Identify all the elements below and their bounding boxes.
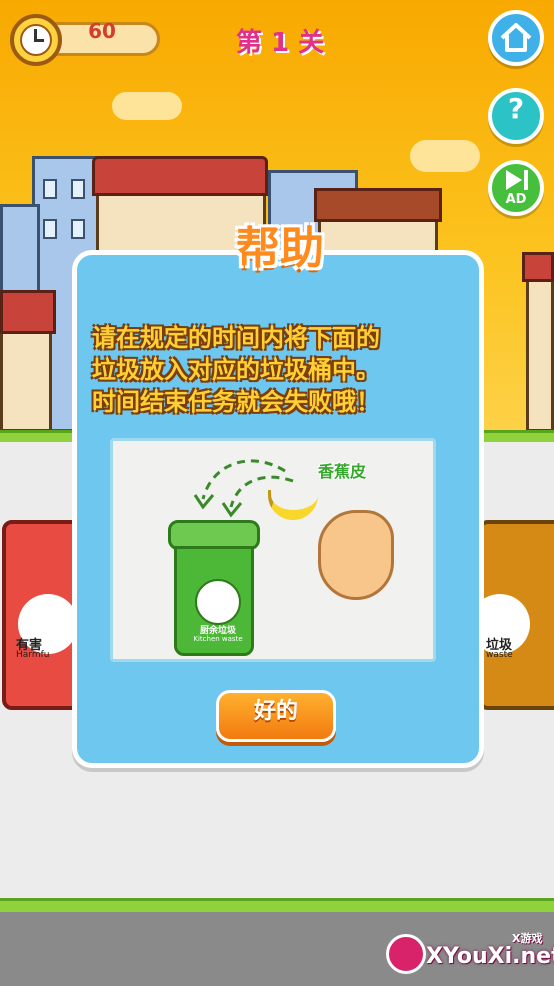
roof bbox=[92, 156, 268, 196]
house bbox=[526, 276, 554, 432]
home-icon bbox=[500, 23, 532, 52]
bin-label-en: Harmfu bbox=[16, 650, 50, 660]
kitchen-waste-badge-icon bbox=[195, 579, 241, 625]
gamepad-logo-icon bbox=[386, 934, 426, 974]
ad-label: AD bbox=[505, 192, 527, 207]
cloud bbox=[112, 92, 182, 120]
pointing-hand-icon bbox=[318, 510, 394, 600]
grass-strip bbox=[0, 898, 554, 912]
bin-label-en: waste bbox=[486, 650, 513, 660]
help-button[interactable]: ? bbox=[488, 88, 544, 144]
dialog-instructions: 请在规定的时间内将下面的 垃圾放入对应的垃圾桶中。 时间结束任务就会失败哦！ bbox=[92, 322, 472, 418]
roof bbox=[522, 252, 554, 282]
level-title: 第 1 关 bbox=[235, 28, 325, 58]
help-icon: ? bbox=[507, 92, 525, 125]
alarm-clock-icon bbox=[10, 14, 62, 66]
banana-peel-label: 香蕉皮 bbox=[318, 462, 367, 481]
cloud bbox=[410, 140, 480, 172]
other-waste-bin[interactable]: 垃圾 waste bbox=[470, 520, 554, 710]
watermark: X游戏 XYouXi.net bbox=[382, 930, 554, 982]
house bbox=[0, 330, 52, 432]
instruction-line: 请在规定的时间内将下面的 bbox=[92, 324, 380, 352]
timer: 60 bbox=[10, 14, 160, 66]
dialog-title: 帮助 bbox=[236, 223, 324, 274]
instruction-line: 时间结束任务就会失败哦！ bbox=[92, 388, 380, 416]
watermark-site: XYouXi.net bbox=[426, 944, 554, 969]
bin-label-en: Kitchen waste bbox=[193, 635, 243, 643]
watch-ad-button[interactable]: AD bbox=[488, 160, 544, 216]
ok-button[interactable]: 好的 bbox=[216, 690, 336, 742]
roof bbox=[0, 290, 56, 334]
timer-value: 60 bbox=[88, 19, 116, 43]
home-button[interactable] bbox=[488, 10, 544, 66]
instruction-line: 垃圾放入对应的垃圾桶中。 bbox=[92, 356, 380, 384]
kitchen-waste-bin-icon: 厨余垃圾 Kitchen waste bbox=[168, 520, 260, 658]
